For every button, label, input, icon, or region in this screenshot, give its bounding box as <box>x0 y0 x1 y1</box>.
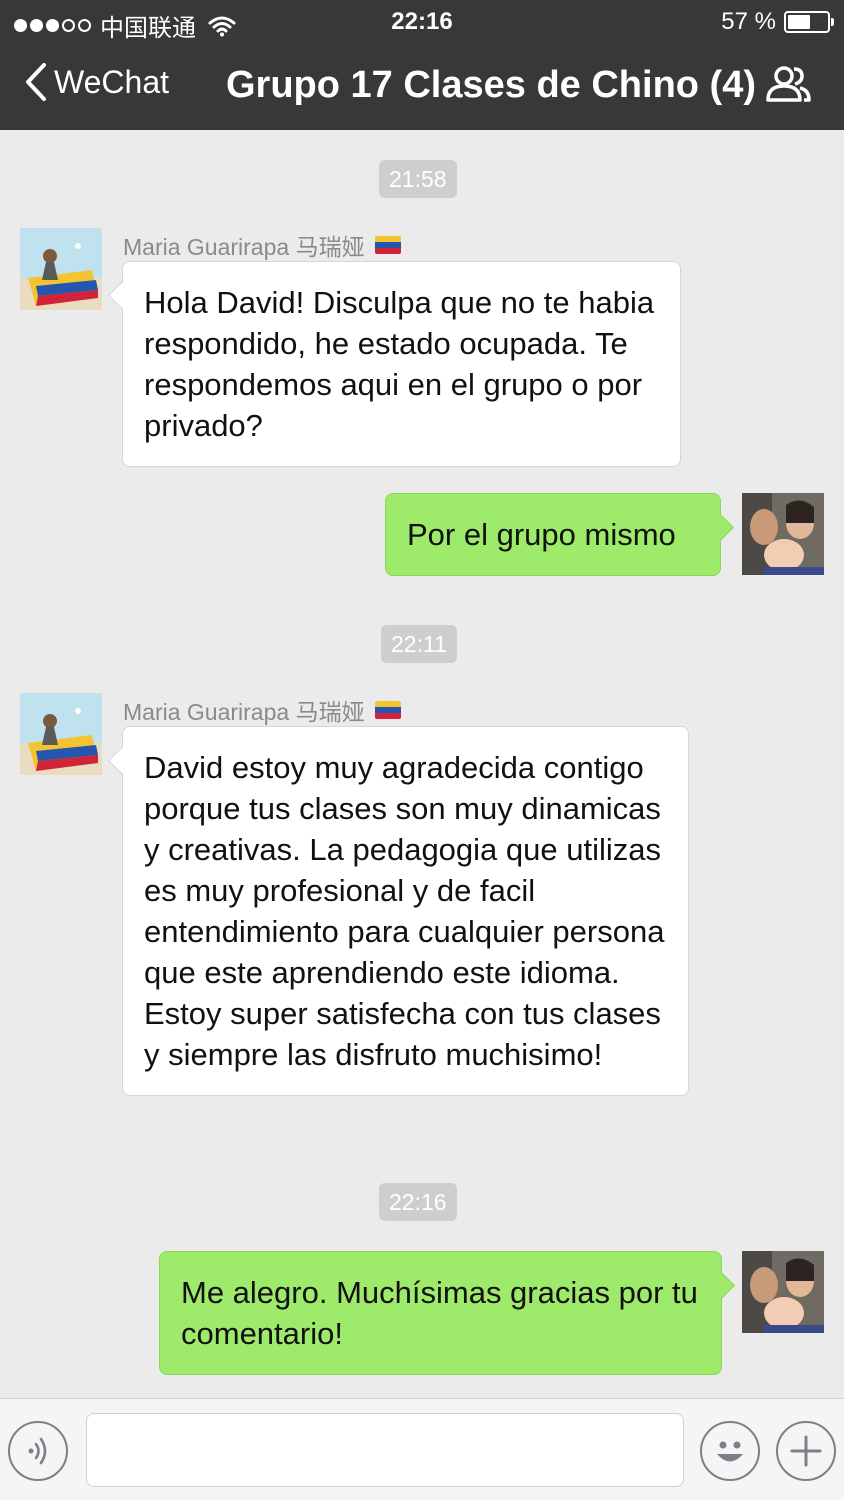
input-bar <box>0 1398 844 1500</box>
sender-name: Maria Guarirapa 马瑞娅 <box>123 693 401 727</box>
message-input[interactable] <box>86 1413 684 1487</box>
battery-percentage: 57 % <box>721 8 776 35</box>
back-button[interactable]: WeChat <box>24 62 169 102</box>
group-info-button[interactable] <box>764 64 812 109</box>
timestamp: 21:58 <box>379 160 457 198</box>
sender-avatar[interactable] <box>20 228 102 310</box>
message-list[interactable]: 21:58 Maria Guarirapa 马瑞娅 Hola David! Di… <box>0 130 844 1398</box>
emoji-button[interactable] <box>700 1421 760 1481</box>
avatar-image <box>742 1251 824 1333</box>
message-bubble-outgoing[interactable]: Por el grupo mismo <box>385 493 721 576</box>
clock: 22:16 <box>391 8 453 35</box>
sender-name: Maria Guarirapa 马瑞娅 <box>123 228 401 262</box>
message-bubble-incoming[interactable]: David estoy muy agradecida contigo porqu… <box>122 726 689 1096</box>
message-bubble-incoming[interactable]: Hola David! Disculpa que no te habia res… <box>122 261 681 467</box>
plus-icon <box>790 1435 822 1467</box>
avatar-image <box>20 228 102 310</box>
battery-icon <box>784 11 834 33</box>
group-members-icon <box>766 66 811 102</box>
emoji-icon <box>717 1441 743 1462</box>
status-bar: 中国联通 22:16 57 % <box>0 0 844 44</box>
avatar-image <box>742 493 824 575</box>
voice-input-icon <box>28 1437 47 1465</box>
my-avatar[interactable] <box>742 1251 824 1333</box>
sender-avatar[interactable] <box>20 693 102 775</box>
timestamp: 22:11 <box>381 625 457 663</box>
more-options-button[interactable] <box>776 1421 836 1481</box>
chevron-left-icon <box>26 63 46 101</box>
voice-input-button[interactable] <box>8 1421 68 1481</box>
back-label: WeChat <box>54 63 170 100</box>
top-bar: 中国联通 22:16 57 % WeChat Grupo 17 Clases d… <box>0 0 844 130</box>
venezuela-flag-icon <box>374 701 401 719</box>
timestamp: 22:16 <box>379 1183 457 1221</box>
nav-bar: WeChat Grupo 17 Clases de Chino (4) <box>0 44 844 130</box>
venezuela-flag-icon <box>374 236 401 254</box>
my-avatar[interactable] <box>742 493 824 575</box>
chat-title: Grupo 17 Clases de Chino (4) <box>226 64 756 106</box>
message-bubble-outgoing[interactable]: Me alegro. Muchísimas gracias por tu com… <box>159 1251 722 1375</box>
avatar-image <box>20 693 102 775</box>
